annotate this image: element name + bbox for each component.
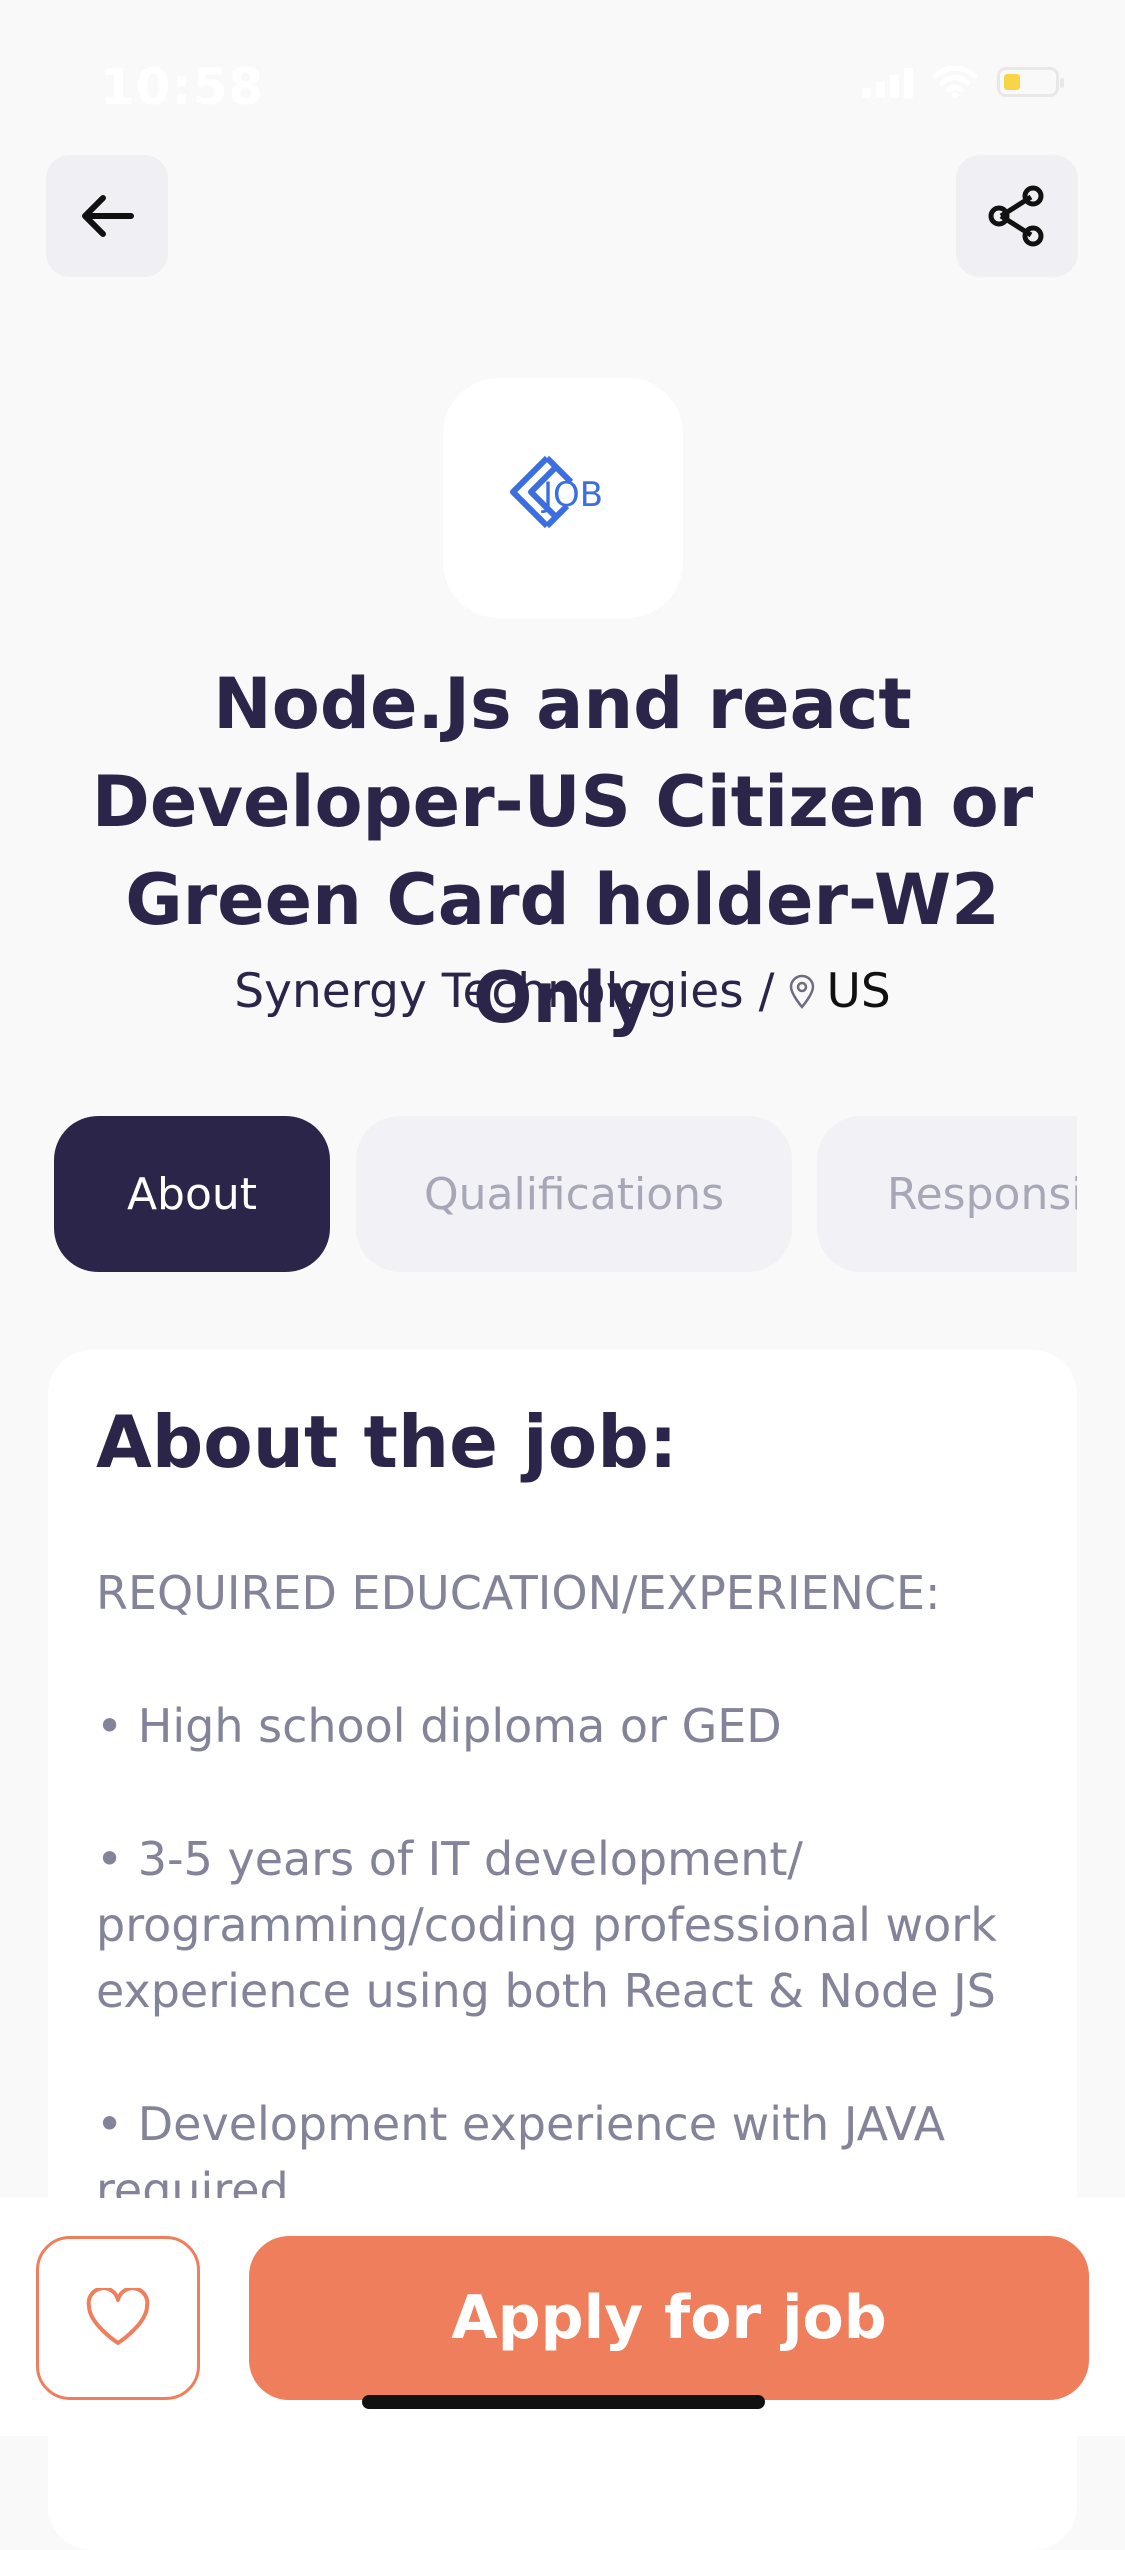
about-body: REQUIRED EDUCATION/EXPERIENCE: • High sc… — [96, 1560, 1056, 2290]
job-logo-icon: JOB — [510, 455, 603, 529]
company-name: Synergy Technologies / — [234, 964, 775, 1019]
about-paragraph: REQUIRED EDUCATION/EXPERIENCE: — [96, 1566, 941, 1620]
about-heading: About the job: — [96, 1400, 678, 1484]
detail-tabs: About Qualifications Responsibilities — [54, 1116, 1077, 1272]
back-button[interactable] — [46, 155, 168, 277]
arrow-left-icon — [82, 195, 134, 237]
favorite-button[interactable] — [36, 2236, 200, 2400]
tab-qualifications[interactable]: Qualifications — [356, 1116, 792, 1272]
heart-icon — [86, 2288, 150, 2345]
status-icons — [862, 66, 1064, 98]
status-time: 10:58 — [100, 58, 265, 116]
logo-text: JOB — [541, 475, 603, 515]
battery-icon — [997, 67, 1064, 97]
company-logo: JOB — [443, 378, 683, 618]
home-indicator — [362, 2395, 765, 2409]
share-icon — [988, 185, 1044, 247]
apply-button[interactable]: Apply for job — [249, 2236, 1089, 2400]
job-title-line: Node.Js and react — [213, 663, 912, 745]
signal-icon — [862, 66, 913, 98]
share-button[interactable] — [956, 155, 1078, 277]
tab-about[interactable]: About — [54, 1116, 330, 1272]
job-location: US — [826, 964, 891, 1019]
about-paragraph: • 3-5 years of IT development/ programmi… — [96, 1832, 997, 2018]
map-pin-icon — [790, 974, 815, 1009]
tab-responsibilities[interactable]: Responsibilities — [817, 1116, 1077, 1272]
about-paragraph: • High school diploma or GED — [96, 1699, 782, 1753]
company-location-line: Synergy Technologies / US — [0, 964, 1125, 1019]
job-title-line: Developer-US Citizen or — [91, 761, 1034, 843]
wifi-icon — [933, 66, 977, 98]
status-bar: 10:58 — [0, 0, 1125, 150]
